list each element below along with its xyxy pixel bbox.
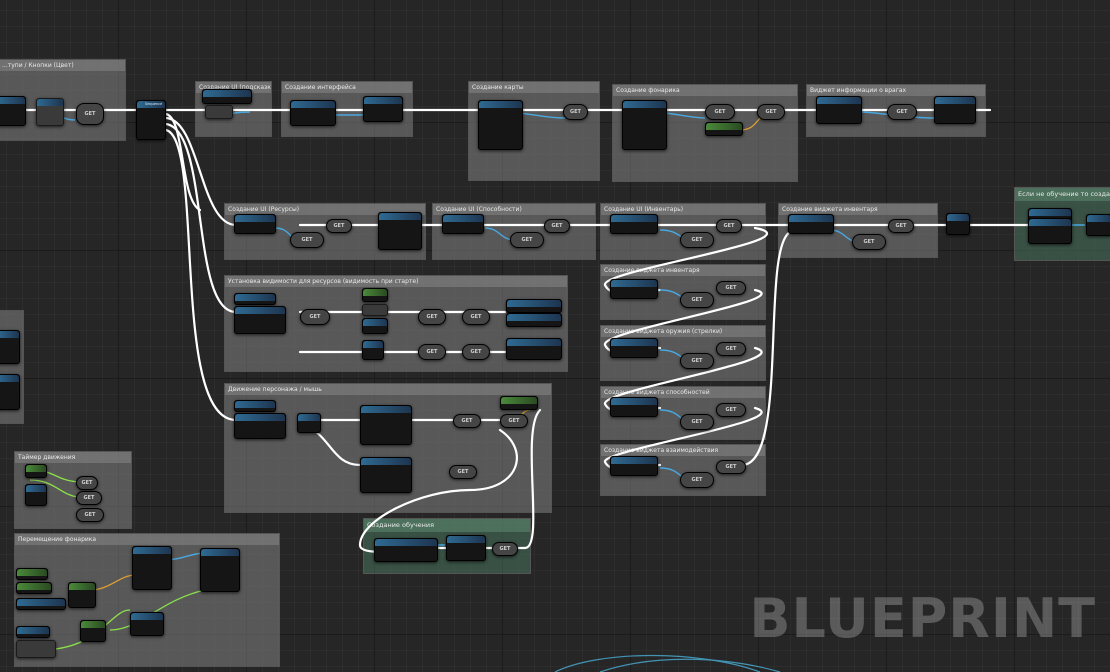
blueprint-node[interactable] bbox=[290, 100, 336, 126]
blueprint-node[interactable] bbox=[202, 89, 252, 104]
blueprint-node[interactable] bbox=[934, 96, 976, 124]
get-node[interactable]: GET bbox=[716, 460, 746, 474]
blueprint-node[interactable] bbox=[36, 98, 64, 126]
blueprint-node[interactable] bbox=[234, 214, 276, 234]
get-node[interactable]: GET bbox=[449, 465, 477, 479]
blueprint-node[interactable] bbox=[946, 213, 970, 235]
blueprint-node[interactable] bbox=[234, 413, 286, 439]
blueprint-node[interactable] bbox=[0, 374, 20, 410]
blueprint-node[interactable] bbox=[362, 288, 388, 302]
blueprint-node[interactable] bbox=[16, 582, 52, 594]
get-node[interactable]: GET bbox=[76, 491, 102, 505]
blueprint-node[interactable] bbox=[610, 338, 658, 358]
blueprint-node[interactable] bbox=[16, 640, 56, 658]
blueprint-node[interactable] bbox=[788, 214, 834, 234]
blueprint-node[interactable] bbox=[506, 313, 562, 327]
blueprint-node[interactable] bbox=[16, 568, 48, 580]
blueprint-node[interactable] bbox=[132, 546, 172, 590]
get-node[interactable]: GET bbox=[680, 414, 714, 430]
blueprint-node[interactable] bbox=[374, 538, 438, 562]
blueprint-node[interactable] bbox=[0, 330, 20, 364]
get-node[interactable]: GET bbox=[300, 309, 330, 325]
blueprint-node[interactable] bbox=[362, 340, 384, 360]
blueprint-node[interactable] bbox=[1028, 218, 1072, 244]
blueprint-node[interactable] bbox=[610, 279, 658, 299]
blueprint-node[interactable] bbox=[360, 457, 412, 493]
get-node[interactable]: GET bbox=[563, 104, 588, 120]
get-node[interactable]: GET bbox=[716, 281, 746, 295]
get-node[interactable]: GET bbox=[705, 104, 735, 120]
get-node[interactable]: GET bbox=[76, 476, 98, 490]
blueprint-node[interactable] bbox=[360, 405, 412, 445]
get-node[interactable]: GET bbox=[680, 472, 714, 488]
blueprint-node[interactable] bbox=[205, 105, 233, 119]
blueprint-node[interactable] bbox=[506, 299, 562, 313]
blueprint-node[interactable] bbox=[234, 293, 276, 305]
blueprint-node[interactable] bbox=[442, 214, 484, 234]
blueprint-node[interactable] bbox=[362, 318, 388, 334]
blueprint-watermark: BLUEPRINT bbox=[749, 587, 1096, 650]
blueprint-node[interactable] bbox=[506, 338, 562, 360]
blueprint-node[interactable] bbox=[362, 304, 388, 316]
blueprint-node[interactable] bbox=[378, 212, 422, 250]
get-node[interactable]: GET bbox=[510, 232, 544, 248]
get-node[interactable]: GET bbox=[716, 219, 742, 233]
get-node[interactable]: GET bbox=[462, 309, 490, 325]
blueprint-node[interactable] bbox=[80, 620, 106, 642]
get-node[interactable]: GET bbox=[326, 219, 352, 233]
blueprint-node[interactable] bbox=[16, 598, 66, 610]
get-node[interactable]: GET bbox=[544, 219, 570, 233]
blueprint-node[interactable] bbox=[16, 626, 50, 638]
get-node[interactable]: GET bbox=[716, 403, 746, 417]
get-node[interactable]: GET bbox=[76, 508, 104, 522]
blueprint-node[interactable] bbox=[0, 96, 26, 126]
blueprint-node[interactable] bbox=[446, 535, 486, 561]
blueprint-node[interactable] bbox=[25, 484, 47, 506]
blueprint-node[interactable] bbox=[363, 96, 403, 122]
get-node[interactable]: GET bbox=[492, 542, 518, 556]
get-node[interactable]: GET bbox=[453, 414, 481, 428]
get-node[interactable]: GET bbox=[716, 342, 746, 356]
get-node[interactable]: GET bbox=[418, 344, 446, 360]
blueprint-node[interactable] bbox=[130, 612, 164, 636]
get-node[interactable]: GET bbox=[680, 232, 714, 248]
blueprint-node[interactable] bbox=[1086, 214, 1110, 236]
sequence-node[interactable]: Sequence bbox=[136, 100, 166, 140]
get-node[interactable]: GET bbox=[76, 103, 104, 125]
get-node[interactable]: GET bbox=[418, 309, 446, 325]
get-node[interactable]: GET bbox=[757, 104, 785, 120]
blueprint-node[interactable] bbox=[297, 413, 321, 433]
blueprint-node[interactable] bbox=[816, 96, 862, 124]
blueprint-node[interactable] bbox=[500, 396, 538, 410]
get-node[interactable]: GET bbox=[462, 344, 490, 360]
blueprint-node[interactable] bbox=[610, 214, 658, 234]
get-node[interactable]: GET bbox=[680, 353, 714, 369]
blueprint-node[interactable] bbox=[478, 100, 523, 150]
blueprint-node[interactable] bbox=[622, 100, 667, 150]
get-node[interactable]: GET bbox=[887, 104, 917, 120]
blueprint-graph-canvas[interactable]: ...тупи / Кнопки (Цвет) Создание UI (под… bbox=[0, 0, 1110, 672]
blueprint-node[interactable] bbox=[610, 397, 658, 417]
blueprint-node[interactable] bbox=[25, 464, 47, 478]
blueprint-node[interactable] bbox=[234, 400, 276, 412]
blueprint-node[interactable] bbox=[200, 548, 240, 592]
get-node[interactable]: GET bbox=[680, 292, 714, 308]
blueprint-node[interactable] bbox=[705, 122, 743, 136]
get-node[interactable]: GET bbox=[888, 219, 914, 233]
blueprint-node[interactable] bbox=[610, 456, 658, 476]
get-node[interactable]: GET bbox=[500, 414, 528, 428]
blueprint-node[interactable] bbox=[68, 582, 96, 608]
get-node[interactable]: GET bbox=[290, 232, 324, 248]
blueprint-node[interactable] bbox=[234, 306, 286, 334]
get-node[interactable]: GET bbox=[852, 234, 886, 250]
